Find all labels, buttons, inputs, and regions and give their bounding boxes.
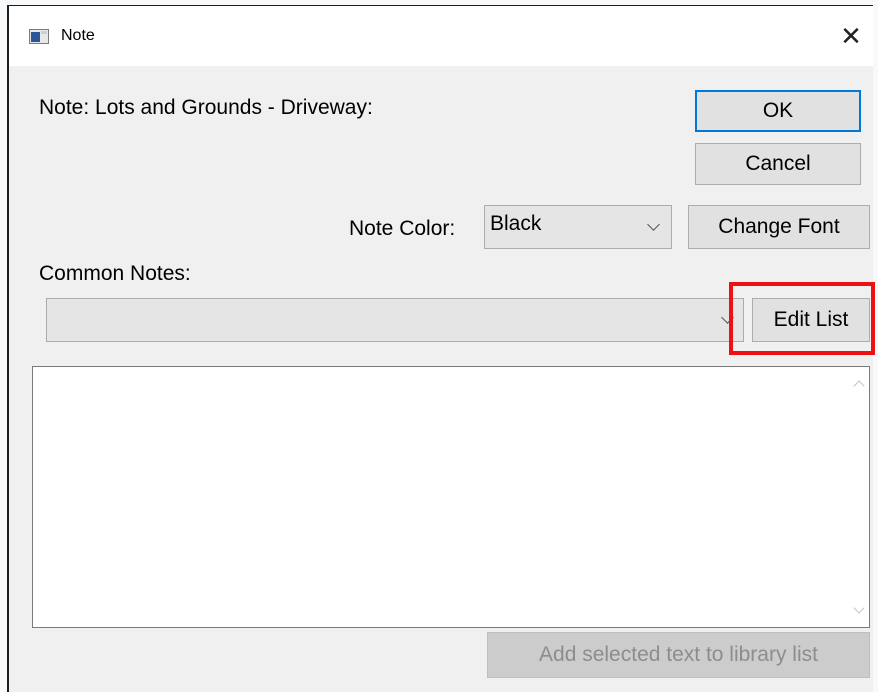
ok-button[interactable]: OK [695,90,861,132]
chevron-down-icon [647,218,660,231]
note-heading: Note: Lots and Grounds - Driveway: [39,96,373,119]
common-notes-label: Common Notes: [39,262,191,285]
scroll-down-arrow-icon[interactable] [853,602,865,614]
note-text-area[interactable] [32,366,870,628]
scroll-up-arrow-icon[interactable] [853,380,865,392]
note-color-select[interactable]: Black [484,205,672,249]
app-window-icon [29,29,49,44]
cancel-button[interactable]: Cancel [695,143,861,185]
add-to-library-button[interactable]: Add selected text to library list [487,632,870,678]
window-title: Note [61,27,95,44]
change-font-button[interactable]: Change Font [688,205,870,249]
note-color-value: Black [490,212,542,235]
note-color-label: Note Color: [349,217,456,240]
close-icon[interactable]: ✕ [829,16,873,56]
common-notes-select[interactable] [46,298,744,342]
vertical-scrollbar[interactable] [849,367,869,627]
title-bar: Note ✕ [9,6,873,66]
edit-list-highlight-box [729,282,875,355]
